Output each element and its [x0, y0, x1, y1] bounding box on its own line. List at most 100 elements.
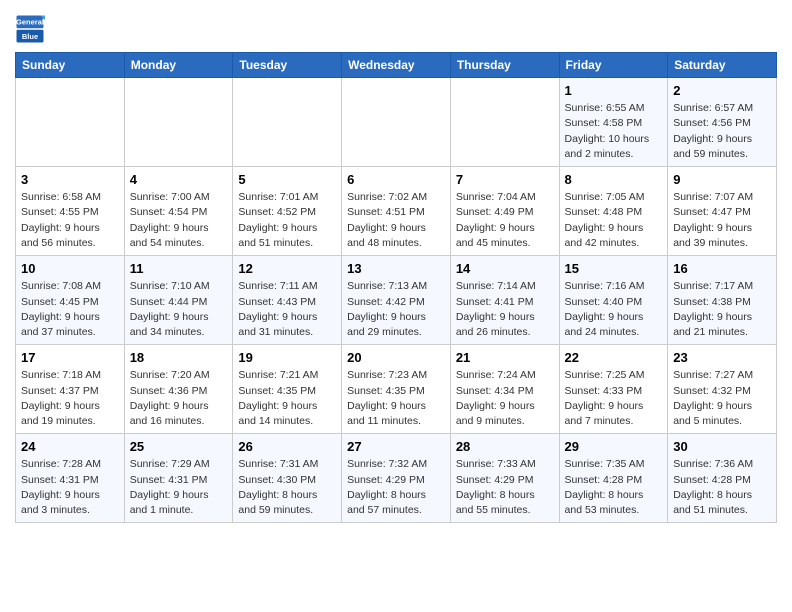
- calendar-day-cell: 30Sunrise: 7:36 AM Sunset: 4:28 PM Dayli…: [668, 434, 777, 523]
- calendar-day-cell: 9Sunrise: 7:07 AM Sunset: 4:47 PM Daylig…: [668, 167, 777, 256]
- day-number: 3: [21, 171, 119, 189]
- calendar-day-cell: 12Sunrise: 7:11 AM Sunset: 4:43 PM Dayli…: [233, 256, 342, 345]
- day-info: Sunrise: 7:17 AM Sunset: 4:38 PM Dayligh…: [673, 279, 771, 340]
- day-info: Sunrise: 7:01 AM Sunset: 4:52 PM Dayligh…: [238, 190, 336, 251]
- day-info: Sunrise: 7:05 AM Sunset: 4:48 PM Dayligh…: [565, 190, 663, 251]
- logo: General Blue: [15, 14, 49, 44]
- day-number: 27: [347, 438, 445, 456]
- calendar-day-cell: 13Sunrise: 7:13 AM Sunset: 4:42 PM Dayli…: [342, 256, 451, 345]
- day-info: Sunrise: 7:33 AM Sunset: 4:29 PM Dayligh…: [456, 457, 554, 518]
- day-info: Sunrise: 6:55 AM Sunset: 4:58 PM Dayligh…: [565, 101, 663, 162]
- day-info: Sunrise: 7:13 AM Sunset: 4:42 PM Dayligh…: [347, 279, 445, 340]
- day-number: 15: [565, 260, 663, 278]
- day-info: Sunrise: 7:36 AM Sunset: 4:28 PM Dayligh…: [673, 457, 771, 518]
- day-number: 26: [238, 438, 336, 456]
- weekday-header: Tuesday: [233, 53, 342, 78]
- day-number: 25: [130, 438, 228, 456]
- calendar-day-cell: 29Sunrise: 7:35 AM Sunset: 4:28 PM Dayli…: [559, 434, 668, 523]
- svg-text:Blue: Blue: [22, 32, 38, 41]
- calendar-day-cell: 11Sunrise: 7:10 AM Sunset: 4:44 PM Dayli…: [124, 256, 233, 345]
- calendar-day-cell: 3Sunrise: 6:58 AM Sunset: 4:55 PM Daylig…: [16, 167, 125, 256]
- calendar-day-cell: [450, 78, 559, 167]
- day-number: 28: [456, 438, 554, 456]
- calendar-day-cell: 17Sunrise: 7:18 AM Sunset: 4:37 PM Dayli…: [16, 345, 125, 434]
- day-info: Sunrise: 7:10 AM Sunset: 4:44 PM Dayligh…: [130, 279, 228, 340]
- calendar-week-row: 17Sunrise: 7:18 AM Sunset: 4:37 PM Dayli…: [16, 345, 777, 434]
- calendar-header-row: SundayMondayTuesdayWednesdayThursdayFrid…: [16, 53, 777, 78]
- day-number: 18: [130, 349, 228, 367]
- calendar-day-cell: [16, 78, 125, 167]
- weekday-header: Saturday: [668, 53, 777, 78]
- calendar-table: SundayMondayTuesdayWednesdayThursdayFrid…: [15, 52, 777, 523]
- calendar-week-row: 24Sunrise: 7:28 AM Sunset: 4:31 PM Dayli…: [16, 434, 777, 523]
- page-container: General Blue SundayMondayTuesdayWednesda…: [0, 0, 792, 533]
- day-number: 14: [456, 260, 554, 278]
- day-info: Sunrise: 6:57 AM Sunset: 4:56 PM Dayligh…: [673, 101, 771, 162]
- logo-icon: General Blue: [15, 14, 45, 44]
- day-number: 22: [565, 349, 663, 367]
- calendar-day-cell: 18Sunrise: 7:20 AM Sunset: 4:36 PM Dayli…: [124, 345, 233, 434]
- calendar-day-cell: 25Sunrise: 7:29 AM Sunset: 4:31 PM Dayli…: [124, 434, 233, 523]
- day-number: 29: [565, 438, 663, 456]
- calendar-day-cell: 24Sunrise: 7:28 AM Sunset: 4:31 PM Dayli…: [16, 434, 125, 523]
- calendar-day-cell: [124, 78, 233, 167]
- calendar-day-cell: 7Sunrise: 7:04 AM Sunset: 4:49 PM Daylig…: [450, 167, 559, 256]
- day-number: 16: [673, 260, 771, 278]
- calendar-week-row: 1Sunrise: 6:55 AM Sunset: 4:58 PM Daylig…: [16, 78, 777, 167]
- calendar-day-cell: 28Sunrise: 7:33 AM Sunset: 4:29 PM Dayli…: [450, 434, 559, 523]
- calendar-day-cell: 22Sunrise: 7:25 AM Sunset: 4:33 PM Dayli…: [559, 345, 668, 434]
- calendar-day-cell: 8Sunrise: 7:05 AM Sunset: 4:48 PM Daylig…: [559, 167, 668, 256]
- day-number: 7: [456, 171, 554, 189]
- calendar-day-cell: 23Sunrise: 7:27 AM Sunset: 4:32 PM Dayli…: [668, 345, 777, 434]
- day-number: 19: [238, 349, 336, 367]
- day-info: Sunrise: 7:29 AM Sunset: 4:31 PM Dayligh…: [130, 457, 228, 518]
- calendar-day-cell: 16Sunrise: 7:17 AM Sunset: 4:38 PM Dayli…: [668, 256, 777, 345]
- day-info: Sunrise: 7:04 AM Sunset: 4:49 PM Dayligh…: [456, 190, 554, 251]
- day-number: 23: [673, 349, 771, 367]
- weekday-header: Monday: [124, 53, 233, 78]
- day-info: Sunrise: 7:27 AM Sunset: 4:32 PM Dayligh…: [673, 368, 771, 429]
- calendar-day-cell: 6Sunrise: 7:02 AM Sunset: 4:51 PM Daylig…: [342, 167, 451, 256]
- day-info: Sunrise: 7:16 AM Sunset: 4:40 PM Dayligh…: [565, 279, 663, 340]
- day-number: 6: [347, 171, 445, 189]
- day-info: Sunrise: 7:32 AM Sunset: 4:29 PM Dayligh…: [347, 457, 445, 518]
- day-number: 21: [456, 349, 554, 367]
- day-number: 17: [21, 349, 119, 367]
- weekday-header: Wednesday: [342, 53, 451, 78]
- calendar-day-cell: [233, 78, 342, 167]
- day-info: Sunrise: 7:14 AM Sunset: 4:41 PM Dayligh…: [456, 279, 554, 340]
- day-number: 10: [21, 260, 119, 278]
- day-number: 5: [238, 171, 336, 189]
- calendar-week-row: 3Sunrise: 6:58 AM Sunset: 4:55 PM Daylig…: [16, 167, 777, 256]
- day-info: Sunrise: 7:07 AM Sunset: 4:47 PM Dayligh…: [673, 190, 771, 251]
- day-number: 1: [565, 82, 663, 100]
- calendar-day-cell: 14Sunrise: 7:14 AM Sunset: 4:41 PM Dayli…: [450, 256, 559, 345]
- day-number: 4: [130, 171, 228, 189]
- calendar-day-cell: 10Sunrise: 7:08 AM Sunset: 4:45 PM Dayli…: [16, 256, 125, 345]
- day-info: Sunrise: 7:18 AM Sunset: 4:37 PM Dayligh…: [21, 368, 119, 429]
- day-number: 24: [21, 438, 119, 456]
- day-number: 12: [238, 260, 336, 278]
- calendar-day-cell: 26Sunrise: 7:31 AM Sunset: 4:30 PM Dayli…: [233, 434, 342, 523]
- calendar-day-cell: 1Sunrise: 6:55 AM Sunset: 4:58 PM Daylig…: [559, 78, 668, 167]
- svg-text:General: General: [16, 18, 44, 27]
- day-info: Sunrise: 7:24 AM Sunset: 4:34 PM Dayligh…: [456, 368, 554, 429]
- day-info: Sunrise: 6:58 AM Sunset: 4:55 PM Dayligh…: [21, 190, 119, 251]
- weekday-header: Friday: [559, 53, 668, 78]
- day-info: Sunrise: 7:31 AM Sunset: 4:30 PM Dayligh…: [238, 457, 336, 518]
- calendar-week-row: 10Sunrise: 7:08 AM Sunset: 4:45 PM Dayli…: [16, 256, 777, 345]
- day-number: 30: [673, 438, 771, 456]
- day-info: Sunrise: 7:21 AM Sunset: 4:35 PM Dayligh…: [238, 368, 336, 429]
- day-info: Sunrise: 7:11 AM Sunset: 4:43 PM Dayligh…: [238, 279, 336, 340]
- day-info: Sunrise: 7:35 AM Sunset: 4:28 PM Dayligh…: [565, 457, 663, 518]
- header: General Blue: [15, 10, 777, 44]
- day-number: 2: [673, 82, 771, 100]
- weekday-header: Thursday: [450, 53, 559, 78]
- day-info: Sunrise: 7:02 AM Sunset: 4:51 PM Dayligh…: [347, 190, 445, 251]
- day-number: 11: [130, 260, 228, 278]
- day-info: Sunrise: 7:28 AM Sunset: 4:31 PM Dayligh…: [21, 457, 119, 518]
- day-number: 20: [347, 349, 445, 367]
- day-number: 9: [673, 171, 771, 189]
- calendar-day-cell: 19Sunrise: 7:21 AM Sunset: 4:35 PM Dayli…: [233, 345, 342, 434]
- day-info: Sunrise: 7:23 AM Sunset: 4:35 PM Dayligh…: [347, 368, 445, 429]
